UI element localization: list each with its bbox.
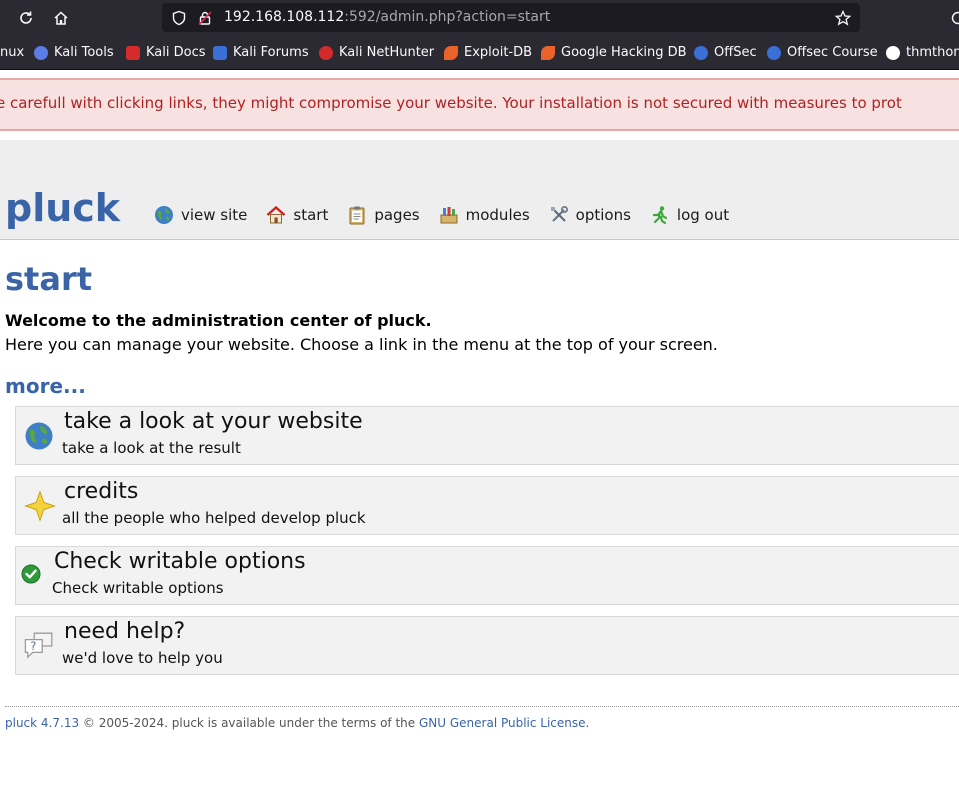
bookmark-kali-forums[interactable]: Kali Forums [213,45,309,60]
menu-label: options [575,206,631,224]
modules-icon [438,204,460,226]
menu-view-site[interactable]: view site [153,204,247,226]
bookmarks-bar: nux Kali Tools Kali Docs Kali Forums Kal… [0,36,959,70]
exploit-db-icon [444,45,458,60]
card-subtitle: we'd love to help you [62,649,223,667]
offsec-icon [694,45,708,60]
globe-icon [23,420,55,452]
card-check-writable[interactable]: Check writable options Check writable op… [15,546,959,605]
card-subtitle: all the people who helped develop pluck [62,509,366,527]
bookmark-offsec[interactable]: OffSec [694,45,757,60]
bookmark-label: Kali Forums [233,45,309,60]
bookmark-thmthon[interactable]: thmthon [886,45,959,60]
pluck-header: pluck view site start pages modules opti… [0,140,959,240]
bookmark-label: Kali NetHunter [339,45,435,60]
menu-options[interactable]: options [548,204,631,226]
bookmark-label: nux [0,45,25,60]
card-title: take a look at your website [64,409,363,434]
welcome-heading: Welcome to the administration center of … [5,311,432,330]
browser-toolbar: 192.168.108.112:592/admin.php?action=sta… [0,0,959,36]
card-view-website[interactable]: take a look at your website take a look … [15,406,959,465]
tools-icon [548,204,570,226]
url-host: 192.168.108.112 [224,9,345,25]
menu-modules[interactable]: modules [438,204,530,226]
globe-icon [153,204,175,226]
bookmark-kali-docs[interactable]: Kali Docs [126,45,206,60]
shield-icon[interactable] [170,9,188,27]
bookmark-label: Kali Tools [54,45,114,60]
help-bubbles-icon: ? [23,630,55,662]
bookmark-label: OffSec [714,45,757,60]
footer-divider [5,706,959,707]
bookmark-kali-linux[interactable]: nux [0,45,24,60]
menu-pages[interactable]: pages [346,204,420,226]
welcome-text: Here you can manage your website. Choose… [5,335,718,354]
extension-icon[interactable] [946,6,959,30]
kali-tools-icon [34,45,48,60]
kali-docs-icon [126,45,140,60]
home-icon [265,204,287,226]
insecure-lock-icon[interactable] [196,9,214,27]
google-icon [886,45,900,60]
kali-forums-icon [213,45,227,60]
offsec-course-icon [767,45,781,60]
menu-log-out[interactable]: log out [649,204,729,226]
url-bar[interactable]: 192.168.108.112:592/admin.php?action=sta… [162,3,860,32]
footer: pluck 4.7.13 © 2005-2024. pluck is avail… [5,716,589,730]
card-credits[interactable]: credits all the people who helped develo… [15,476,959,535]
menu-label: pages [374,206,420,224]
menu-label: modules [465,206,530,224]
page-content: e carefull with clicking links, they mig… [0,70,959,805]
url-text[interactable]: 192.168.108.112:592/admin.php?action=sta… [224,9,550,25]
card-title: need help? [64,619,186,644]
bookmark-google-hacking-db[interactable]: Google Hacking DB [541,45,687,60]
menu-label: start [293,206,329,224]
running-man-icon [649,204,671,226]
bookmark-label: thmthon [906,45,959,60]
warning-text: e carefull with clicking links, they mig… [0,94,902,112]
reload-icon[interactable] [14,6,38,30]
more-link[interactable]: more... [5,374,86,398]
kali-nethunter-icon [319,45,333,60]
clipboard-icon [346,204,368,226]
pluck-version-link[interactable]: pluck 4.7.13 [5,716,79,730]
bookmark-offsec-course[interactable]: Offsec Course [767,45,878,60]
url-path: :592/admin.php?action=start [344,9,551,25]
star-icon [24,490,56,522]
page-title: start [5,260,93,298]
bookmark-exploit-db[interactable]: Exploit-DB [444,45,532,60]
card-need-help[interactable]: ? need help? we'd love to help you [15,616,959,675]
menu-label: log out [676,206,730,224]
card-subtitle: Check writable options [52,579,224,597]
pluck-logo[interactable]: pluck [5,189,120,227]
bookmark-label: Kali Docs [146,45,206,60]
check-icon [19,562,43,586]
bookmark-label: Google Hacking DB [561,45,687,60]
bookmark-label: Offsec Course [787,45,878,60]
bookmark-kali-tools[interactable]: Kali Tools [34,45,114,60]
bookmark-star-icon[interactable] [834,9,852,27]
ghdb-icon [541,45,555,60]
home-button-icon[interactable] [49,6,73,30]
menu-label: view site [181,206,248,224]
footer-end: . [585,716,590,730]
bookmark-kali-nethunter[interactable]: Kali NetHunter [319,45,434,60]
license-link[interactable]: GNU General Public License [419,716,586,730]
security-warning: e carefull with clicking links, they mig… [0,78,959,131]
card-title: Check writable options [54,549,306,574]
admin-menu: view site start pages modules options lo… [153,202,747,228]
footer-text: © 2005-2024. pluck is available under th… [79,716,419,730]
svg-text:?: ? [30,640,36,653]
card-subtitle: take a look at the result [62,439,241,457]
card-title: credits [64,479,139,504]
bookmark-label: Exploit-DB [464,45,533,60]
menu-start[interactable]: start [265,204,328,226]
